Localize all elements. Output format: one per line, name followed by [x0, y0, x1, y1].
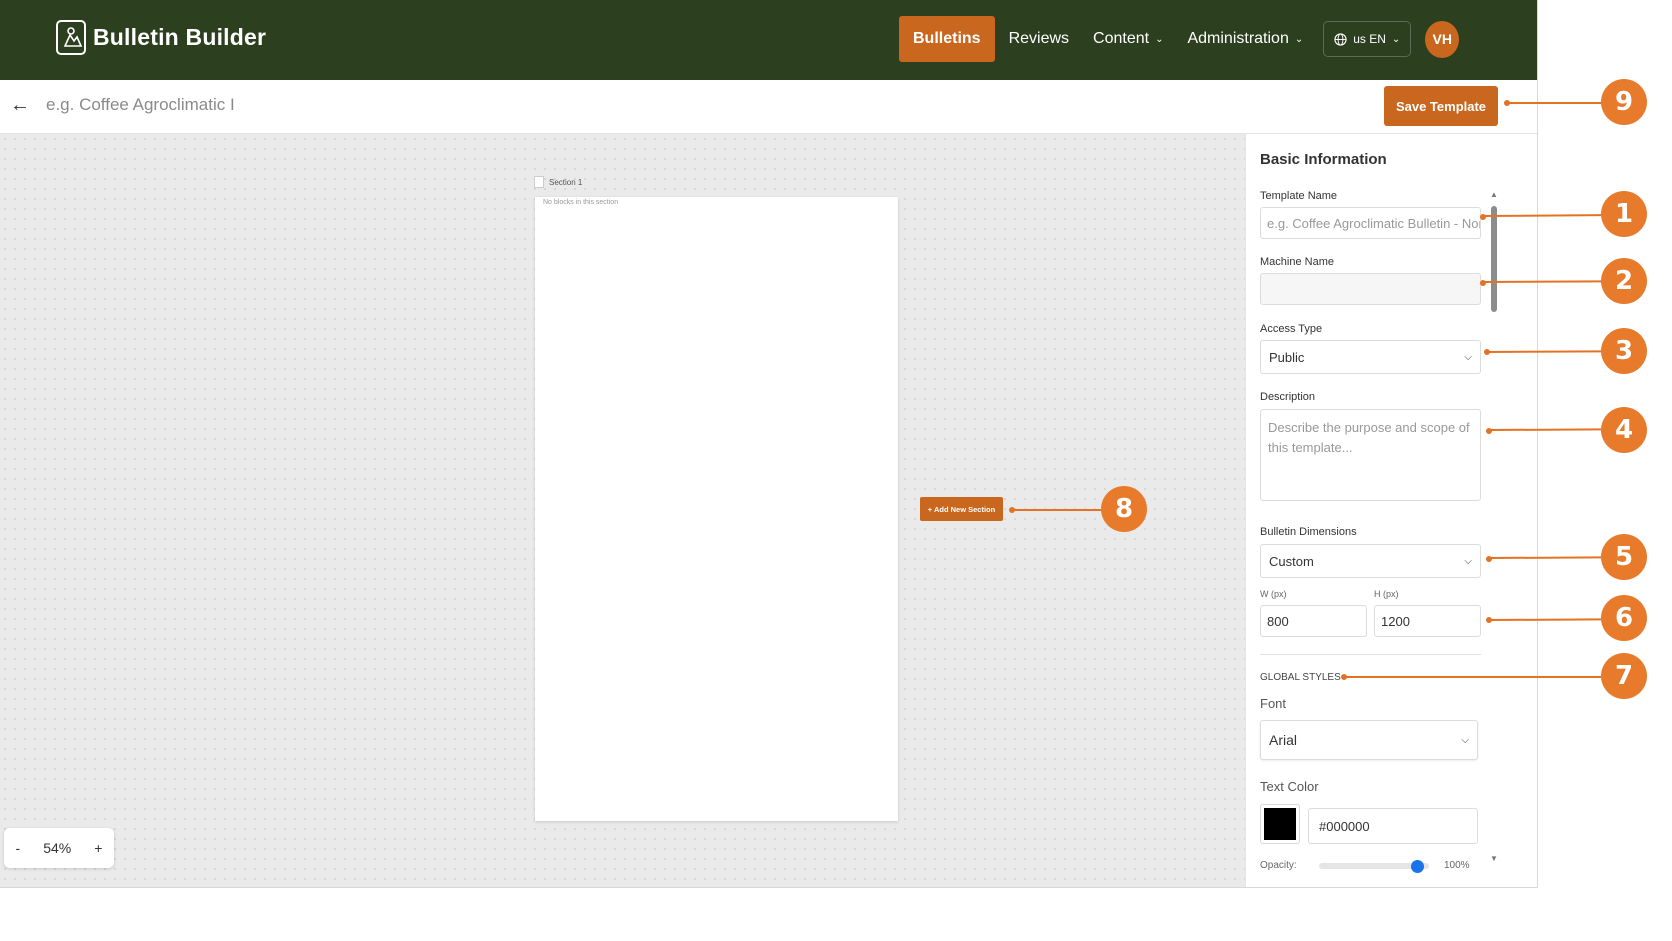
nav-administration-label: Administration	[1187, 30, 1289, 47]
width-label: W (px)	[1260, 589, 1287, 599]
text-color-swatch[interactable]	[1260, 804, 1300, 844]
description-label: Description	[1260, 391, 1316, 403]
nav-content[interactable]: Content ⌄	[1093, 30, 1163, 48]
top-navigation-bar: Bulletin Builder Bulletins Reviews Conte…	[0, 0, 1537, 80]
callout-line	[1344, 676, 1601, 678]
callout-badge-5: 5	[1601, 534, 1647, 580]
height-label: H (px)	[1374, 589, 1399, 599]
brand[interactable]: Bulletin Builder	[56, 20, 266, 55]
zoom-level: 54%	[43, 840, 72, 856]
zoom-in-button[interactable]: +	[94, 840, 102, 856]
app-window: Bulletin Builder Bulletins Reviews Conte…	[0, 0, 1538, 888]
callout-badge-8: 8	[1101, 486, 1147, 532]
width-input[interactable]: 800	[1260, 605, 1367, 637]
color-preview	[1264, 808, 1296, 840]
section-title: Section 1	[549, 177, 583, 187]
user-avatar[interactable]: VH	[1425, 20, 1460, 58]
divider	[1260, 654, 1481, 655]
template-name-input[interactable]: e.g. Coffee Agroclimatic Bulletin - Nort…	[1260, 207, 1481, 239]
callout-badge-9: 9	[1601, 79, 1647, 125]
editor-canvas: Section 1 No blocks in this section + Ad…	[0, 134, 1245, 887]
save-template-button[interactable]: Save Template	[1384, 86, 1498, 126]
font-label: Font	[1260, 696, 1287, 711]
opacity-label: Opacity:	[1260, 860, 1297, 871]
nav-reviews[interactable]: Reviews	[1009, 30, 1069, 48]
opacity-value: 100%	[1444, 860, 1470, 871]
language-label: us EN	[1353, 32, 1386, 46]
callout-line	[1486, 350, 1602, 353]
access-type-label: Access Type	[1260, 323, 1323, 335]
panel-title: Basic Information	[1260, 151, 1387, 168]
dimensions-label: Bulletin Dimensions	[1260, 526, 1357, 538]
callout-line	[1012, 509, 1102, 511]
bulletin-logo-icon	[56, 20, 86, 55]
chevron-down-icon: ⌵	[1464, 351, 1472, 363]
font-select[interactable]: Arial ⌵	[1260, 720, 1478, 760]
panel-scrollbar[interactable]	[1491, 206, 1497, 312]
scroll-down-icon[interactable]: ▼	[1490, 854, 1498, 863]
access-type-select[interactable]: Public ⌵	[1260, 340, 1481, 374]
callout-line	[1488, 618, 1602, 621]
text-color-input[interactable]: #000000	[1308, 808, 1478, 844]
access-type-value: Public	[1269, 349, 1305, 365]
font-value: Arial	[1269, 732, 1298, 748]
nav-bulletins[interactable]: Bulletins	[899, 16, 995, 62]
empty-section-message: No blocks in this section	[543, 199, 619, 206]
callout-badge-6: 6	[1601, 595, 1647, 641]
callout-badge-2: 2	[1601, 258, 1647, 304]
template-name-label: Template Name	[1260, 190, 1338, 202]
slider-thumb[interactable]	[1411, 859, 1425, 873]
opacity-slider[interactable]	[1319, 859, 1429, 873]
main-nav: Bulletins Reviews Content ⌄ Administratio…	[899, 16, 1460, 62]
global-styles-heading: GLOBAL STYLES	[1260, 672, 1341, 683]
chevron-down-icon: ⌄	[1294, 33, 1304, 45]
editor-toolbar: ← e.g. Coffee Agroclimatic I Save Templa…	[0, 80, 1537, 134]
globe-icon	[1334, 32, 1347, 46]
section-header[interactable]: Section 1	[534, 176, 582, 188]
nav-bulletins-label: Bulletins	[913, 30, 981, 47]
text-color-label: Text Color	[1260, 779, 1319, 794]
nav-reviews-label: Reviews	[1008, 30, 1070, 47]
chevron-down-icon: ⌵	[1461, 734, 1469, 746]
drag-handle-icon[interactable]	[534, 176, 544, 188]
nav-administration[interactable]: Administration ⌄	[1187, 30, 1303, 48]
chevron-down-icon: ⌄	[1155, 33, 1164, 45]
zoom-out-button[interactable]: -	[16, 840, 21, 856]
dimensions-select[interactable]: Custom ⌵	[1260, 544, 1481, 578]
description-textarea[interactable]: Describe the purpose and scope of this t…	[1260, 409, 1481, 501]
machine-name-label: Machine Name	[1260, 256, 1334, 268]
callout-line	[1488, 556, 1602, 559]
callout-badge-4: 4	[1601, 407, 1647, 453]
dimensions-value: Custom	[1269, 553, 1314, 569]
callout-badge-3: 3	[1601, 328, 1647, 374]
zoom-control: - 54% +	[4, 828, 114, 868]
height-input[interactable]: 1200	[1374, 605, 1481, 637]
template-title-input[interactable]: e.g. Coffee Agroclimatic I	[46, 95, 235, 115]
callout-line	[1482, 280, 1602, 283]
language-selector[interactable]: us EN ⌄	[1323, 21, 1412, 57]
bulletin-page[interactable]: No blocks in this section	[535, 197, 898, 821]
back-arrow-icon[interactable]: ←	[10, 94, 30, 117]
machine-name-input[interactable]	[1260, 273, 1481, 305]
callout-badge-7: 7	[1601, 653, 1647, 699]
callout-line	[1507, 102, 1601, 104]
callout-line	[1488, 428, 1602, 431]
chevron-down-icon: ⌵	[1464, 555, 1472, 567]
add-new-section-button[interactable]: + Add New Section	[920, 497, 1003, 521]
app-title: Bulletin Builder	[93, 24, 267, 50]
callout-badge-1: 1	[1601, 191, 1647, 237]
chevron-down-icon: ⌄	[1391, 33, 1401, 45]
scroll-up-icon[interactable]: ▲	[1490, 190, 1498, 199]
nav-content-label: Content	[1093, 30, 1150, 47]
callout-line	[1482, 214, 1602, 217]
